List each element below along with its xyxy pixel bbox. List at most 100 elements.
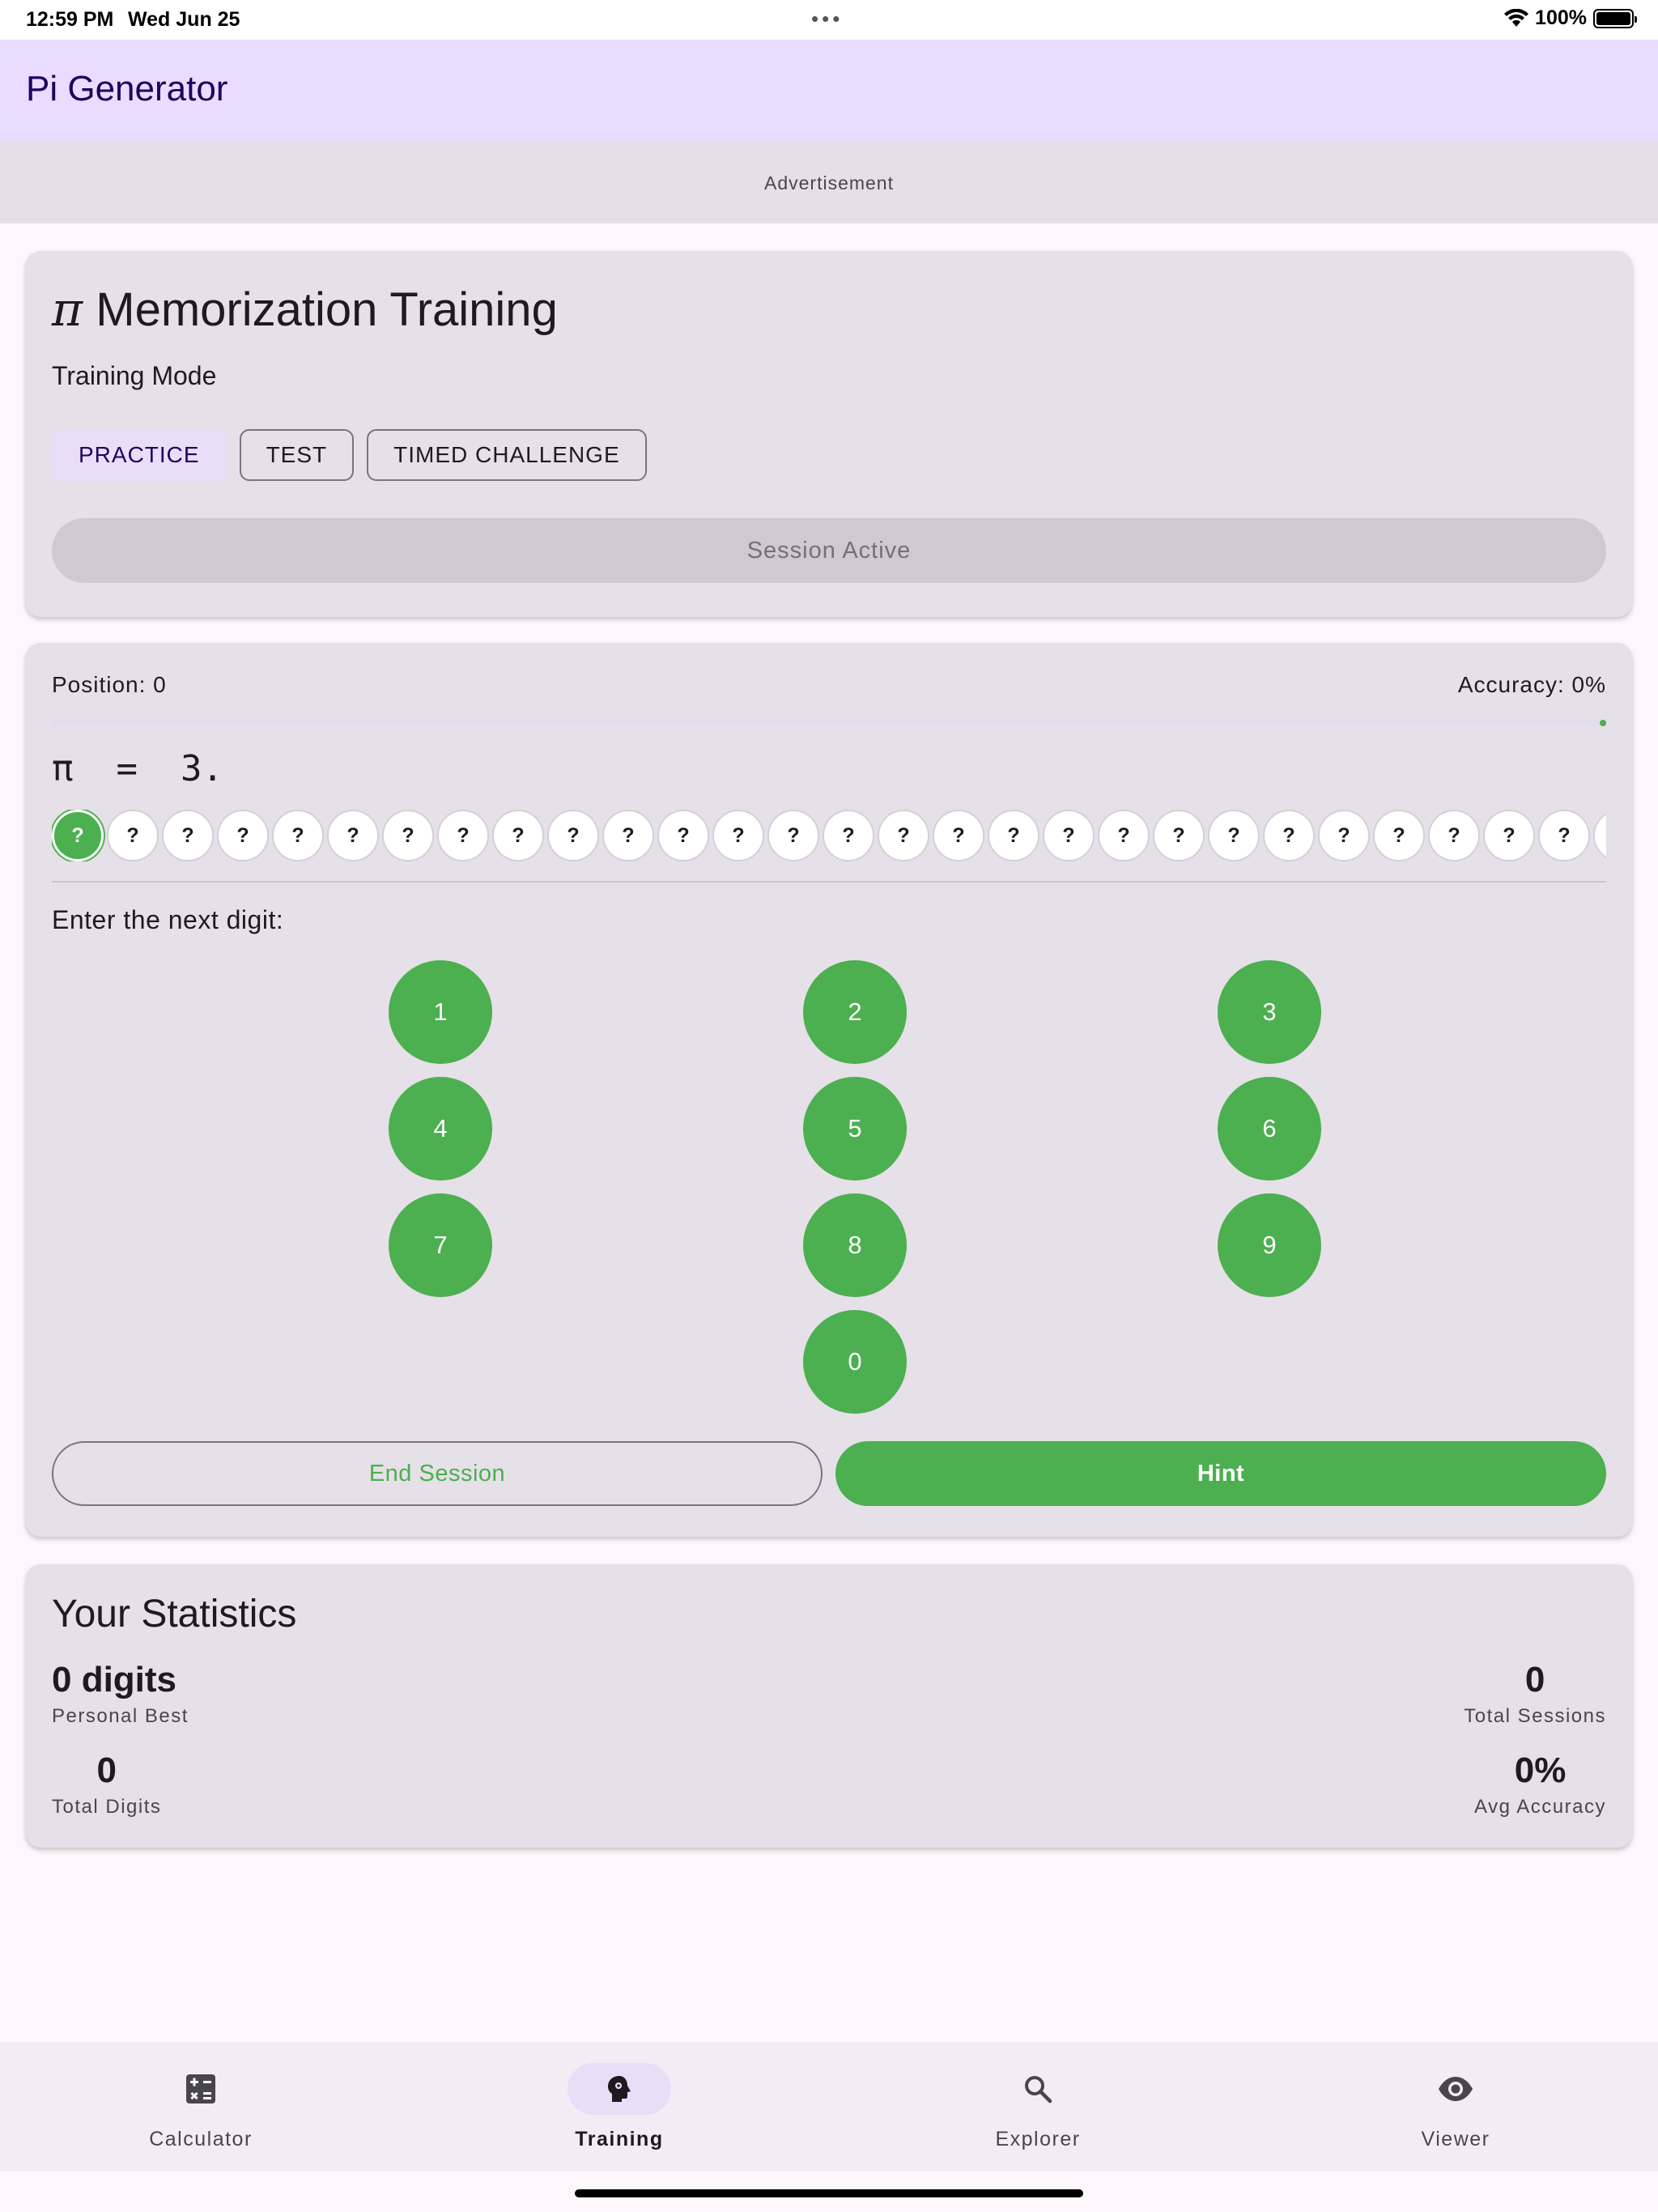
home-indicator[interactable] <box>575 2189 1083 2197</box>
total-digits-value: 0 <box>96 1750 117 1790</box>
statistics-title: Your Statistics <box>52 1593 297 1636</box>
digit-cell: ? <box>767 810 819 861</box>
digit-cell: ? <box>492 810 544 861</box>
digit-cell: ? <box>272 810 324 861</box>
avg-accuracy-value: 0% <box>1514 1750 1567 1790</box>
key-4[interactable]: 4 <box>389 1077 492 1180</box>
key-8[interactable]: 8 <box>803 1193 907 1297</box>
nav-explorer-pill <box>986 2063 1090 2115</box>
progress-bar <box>52 719 1606 726</box>
nav-training[interactable]: Training <box>538 2063 700 2151</box>
total-sessions-label: Total Sessions <box>1464 1705 1606 1727</box>
multitask-dots[interactable]: ••• <box>811 6 843 32</box>
digit-cell: ? <box>1483 810 1535 861</box>
status-bar: 12:59 PM Wed Jun 25 ••• 100% <box>0 0 1658 40</box>
status-time: 12:59 PM <box>26 8 114 31</box>
search-icon <box>1025 2076 1052 2104</box>
key-2[interactable]: 2 <box>803 960 907 1064</box>
stat-total-digits: 0 Total Digits <box>52 1750 161 1819</box>
digit-cell: ? <box>162 810 214 861</box>
digit-cell: ? <box>602 810 654 861</box>
digits-row: ????????????????????????????? <box>52 810 1606 861</box>
digit-keypad: 1 2 3 4 5 6 7 8 9 0 <box>26 960 1632 1414</box>
nav-training-pill <box>568 2063 671 2115</box>
digit-cell: ? <box>1098 810 1150 861</box>
key-0[interactable]: 0 <box>803 1310 907 1414</box>
digit-cell: ? <box>1153 810 1205 861</box>
pi-symbol: π <box>52 282 83 337</box>
nav-calculator-label: Calculator <box>149 2128 253 2150</box>
statistics-card: Your Statistics 0 digits Personal Best 0… <box>26 1564 1632 1848</box>
brain-icon <box>608 2076 631 2102</box>
mode-chip-test[interactable]: TEST <box>239 429 355 481</box>
training-mode-label: Training Mode <box>52 361 217 390</box>
nav-explorer[interactable]: Explorer <box>957 2063 1119 2151</box>
nav-calculator-pill <box>149 2063 253 2115</box>
key-5[interactable]: 5 <box>803 1077 907 1180</box>
digits-strip[interactable]: ????????????????????????????? <box>52 810 1606 861</box>
bottom-navigation: Calculator Training Explorer Viewer <box>0 2042 1658 2172</box>
session-card: Position: 0 Accuracy: 0% π = 3. ????????… <box>26 643 1632 1537</box>
training-mode-card: π Memorization Training Training Mode PR… <box>26 251 1632 617</box>
nav-training-label: Training <box>575 2128 664 2150</box>
digit-cell: ? <box>823 810 874 861</box>
stat-total-sessions: 0 Total Sessions <box>1464 1660 1606 1728</box>
battery-icon <box>1593 8 1637 28</box>
ad-label: Advertisement <box>763 172 894 194</box>
digit-cell: ? <box>437 810 489 861</box>
digit-cell: ? <box>878 810 929 861</box>
digit-cell: ? <box>1428 810 1480 861</box>
digit-cell: ? <box>327 810 379 861</box>
key-3[interactable]: 3 <box>1218 960 1321 1064</box>
eye-icon <box>1439 2077 1473 2101</box>
mode-chips: PRACTICE TEST TIMED CHALLENGE <box>52 429 647 481</box>
digit-cell: ? <box>1043 810 1095 861</box>
nav-calculator[interactable]: Calculator <box>120 2063 282 2151</box>
digit-cell: ? <box>1208 810 1260 861</box>
total-digits-label: Total Digits <box>52 1796 162 1818</box>
training-title-text: Memorization Training <box>96 283 558 336</box>
pi-prefix: π = 3. <box>52 748 223 789</box>
digit-cell: ? <box>217 810 269 861</box>
app-title: Pi Generator <box>26 69 228 108</box>
accuracy-label: Accuracy: 0% <box>1457 672 1606 697</box>
mode-chip-practice[interactable]: PRACTICE <box>52 429 227 481</box>
digit-cell: ? <box>1593 810 1606 861</box>
position-label: Position: 0 <box>52 672 167 697</box>
digit-cell: ? <box>657 810 709 861</box>
total-sessions-value: 0 <box>1524 1660 1545 1699</box>
progress-indicator <box>1600 720 1606 726</box>
end-session-button[interactable]: End Session <box>52 1441 823 1506</box>
divider <box>52 881 1606 883</box>
avg-accuracy-label: Avg Accuracy <box>1474 1796 1606 1818</box>
digit-cell: ? <box>712 810 764 861</box>
hint-button[interactable]: Hint <box>835 1441 1606 1506</box>
key-6[interactable]: 6 <box>1218 1077 1321 1180</box>
digit-cell: ? <box>988 810 1039 861</box>
stat-personal-best: 0 digits Personal Best <box>52 1660 189 1728</box>
calculator-icon <box>186 2074 215 2104</box>
nav-viewer-pill <box>1404 2063 1507 2115</box>
status-right: 100% <box>1504 6 1637 30</box>
digit-cell: ? <box>933 810 984 861</box>
mode-chip-timed-challenge[interactable]: TIMED CHALLENGE <box>367 429 647 481</box>
digit-prompt: Enter the next digit: <box>52 905 284 934</box>
app-bar: Pi Generator <box>0 40 1658 142</box>
status-date: Wed Jun 25 <box>128 8 240 31</box>
digit-cell: ? <box>382 810 434 861</box>
nav-viewer[interactable]: Viewer <box>1375 2063 1537 2151</box>
key-1[interactable]: 1 <box>389 960 492 1064</box>
training-title: π Memorization Training <box>52 282 558 337</box>
digit-cell: ? <box>1263 810 1315 861</box>
digit-cell: ? <box>547 810 599 861</box>
key-7[interactable]: 7 <box>389 1193 492 1297</box>
digit-cell: ? <box>1538 810 1590 861</box>
nav-viewer-label: Viewer <box>1421 2128 1490 2150</box>
session-active-button[interactable]: Session Active <box>52 518 1606 583</box>
current-digit-cell: ? <box>52 810 104 861</box>
ad-banner[interactable]: Advertisement <box>0 142 1658 223</box>
digit-cell: ? <box>107 810 159 861</box>
digit-cell: ? <box>1373 810 1425 861</box>
key-9[interactable]: 9 <box>1218 1193 1321 1297</box>
digit-cell: ? <box>1318 810 1370 861</box>
